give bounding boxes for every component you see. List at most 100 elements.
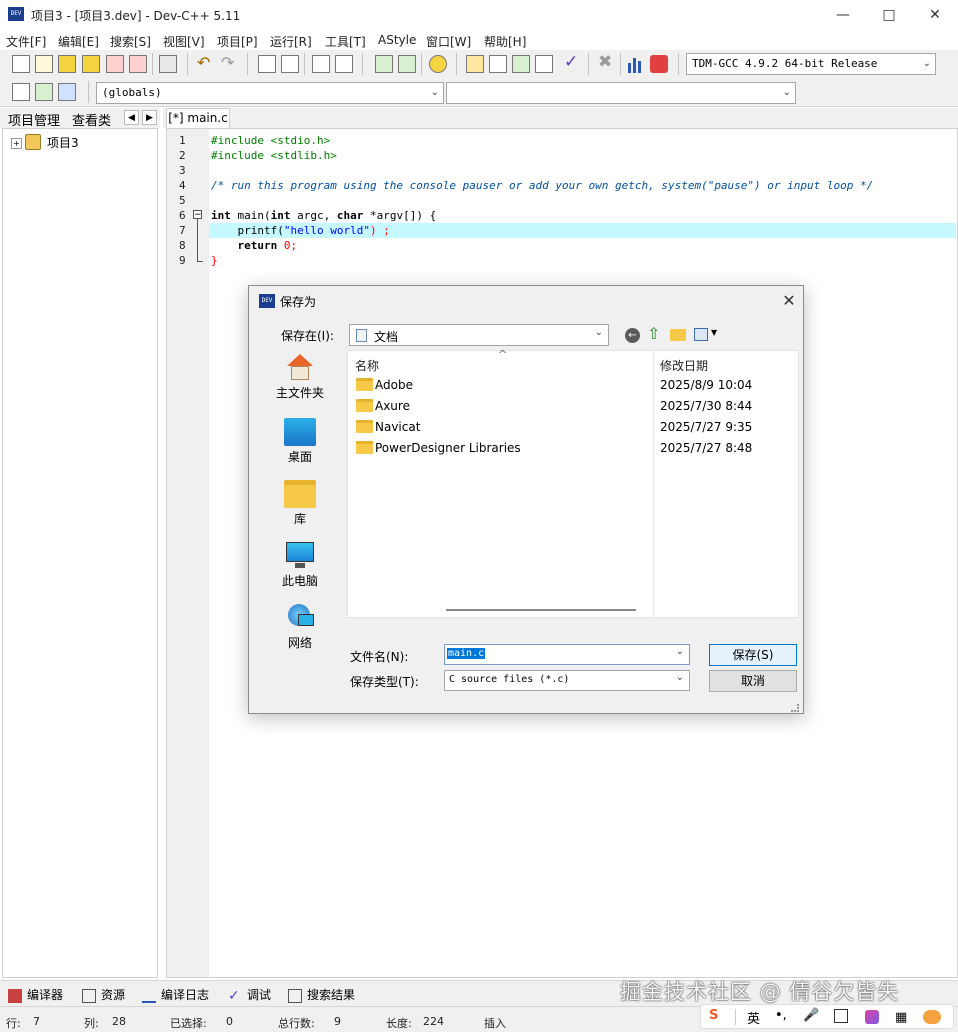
microphone-icon[interactable]: 🎤 [803, 1008, 819, 1023]
file-row[interactable]: Axure 2025/7/30 8:44 [348, 396, 798, 416]
tab-debug[interactable]: ✓ 调试 [228, 986, 271, 1003]
print-icon[interactable] [159, 55, 177, 73]
ime-logo-icon[interactable]: S [709, 1008, 718, 1023]
skin-icon[interactable] [865, 1010, 879, 1024]
tab-scroll-right-icon[interactable]: ▶ [142, 110, 157, 125]
compiler-select[interactable]: TDM-GCC 4.9.2 64-bit Release ⌄ [686, 53, 936, 75]
place-label: 桌面 [287, 450, 312, 464]
app-icon: DEV [8, 7, 24, 21]
compile-icon[interactable] [466, 55, 484, 73]
profile-chart-icon[interactable] [627, 55, 645, 73]
chevron-down-icon[interactable]: ▼ [711, 328, 717, 337]
file-row[interactable]: PowerDesigner Libraries 2025/7/27 8:48 [348, 438, 798, 458]
tree-root-project[interactable]: 项目3 [47, 134, 79, 151]
member-select[interactable]: ⌄ [446, 82, 796, 104]
up-folder-icon[interactable]: ⇧ [647, 326, 663, 342]
tab-compile-log[interactable]: 编译日志 [142, 986, 209, 1003]
fold-toggle-icon[interactable]: − [193, 210, 202, 220]
file-row[interactable]: Adobe 2025/8/9 10:04 [348, 375, 798, 395]
place-library[interactable]: 库 [255, 480, 345, 527]
ime-language-toggle[interactable]: 英 [747, 1008, 760, 1027]
menu-edit[interactable]: 编辑[E] [58, 33, 99, 50]
filename-label: 文件名(N): [350, 650, 409, 664]
tab-resources[interactable]: 资源 [82, 986, 125, 1003]
home-icon [284, 354, 316, 382]
grid-menu-icon[interactable]: ▦ [895, 1010, 907, 1025]
menu-tools[interactable]: 工具[T] [325, 33, 366, 50]
tab-compiler[interactable]: 编译器 [8, 986, 63, 1003]
toggle-comment-icon[interactable] [35, 83, 53, 101]
save-as-dialog: DEV 保存为 ✕ 保存在(I): 文档 ⌄ ← ⇧ ▼ 主文件夹 桌面 库 此… [248, 285, 804, 714]
keyboard-icon[interactable] [834, 1009, 848, 1023]
menu-astyle[interactable]: AStyle [378, 33, 416, 47]
goto-declaration-icon[interactable] [58, 83, 76, 101]
stop-execution-icon[interactable]: ✖ [598, 52, 612, 72]
menu-run[interactable]: 运行[R] [270, 33, 312, 50]
menu-help[interactable]: 帮助[H] [484, 33, 526, 50]
menu-search[interactable]: 搜索[S] [110, 33, 151, 50]
toggle-bookmark-icon[interactable] [335, 55, 353, 73]
file-date: 2025/7/27 8:48 [660, 441, 753, 455]
dialog-close-button[interactable]: ✕ [777, 291, 801, 311]
close-all-icon[interactable] [129, 55, 147, 73]
save-in-value: 文档 [374, 330, 399, 344]
cancel-button[interactable]: 取消 [709, 670, 797, 692]
file-row[interactable]: Navicat 2025/7/27 9:35 [348, 417, 798, 437]
filetype-select[interactable]: C source files (*.c) ⌄ [444, 670, 690, 691]
remove-from-project-icon[interactable] [398, 55, 416, 73]
close-file-icon[interactable] [106, 55, 124, 73]
menu-file[interactable]: 文件[F] [6, 33, 46, 50]
new-file-icon[interactable] [12, 55, 30, 73]
place-home[interactable]: 主文件夹 [255, 354, 345, 401]
column-header-name[interactable]: 名称 [355, 357, 379, 374]
compile-run-icon[interactable] [512, 55, 530, 73]
tab-class-browser[interactable]: 查看类 [72, 110, 111, 129]
new-folder-icon[interactable] [670, 329, 686, 341]
menu-view[interactable]: 视图[V] [163, 33, 205, 50]
scope-select-value: (globals) [102, 86, 162, 99]
back-icon[interactable]: ← [625, 328, 640, 343]
insert-icon[interactable] [12, 83, 30, 101]
file-list[interactable]: 名称 ^ 修改日期 Adobe 2025/8/9 10:04 Axure 202… [347, 348, 799, 618]
place-desktop[interactable]: 桌面 [255, 418, 345, 465]
ime-punctuation-toggle[interactable]: •, [775, 1008, 787, 1023]
run-icon[interactable] [489, 55, 507, 73]
undo-icon[interactable]: ↶ [197, 53, 210, 72]
filename-input[interactable]: main.c ⌄ [444, 644, 690, 665]
tab-scroll-left-icon[interactable]: ◀ [124, 110, 139, 125]
resize-grip-icon[interactable] [791, 704, 799, 712]
save-button[interactable]: 保存(S) [709, 644, 797, 666]
tab-main-c[interactable]: [*] main.c [166, 108, 230, 128]
save-icon[interactable] [58, 55, 76, 73]
tab-project-manager[interactable]: 项目管理 [8, 110, 60, 129]
close-window-button[interactable]: ✕ [912, 0, 958, 30]
expand-icon[interactable]: + [11, 138, 22, 149]
mascot-icon[interactable] [923, 1010, 941, 1024]
replace-icon[interactable] [281, 55, 299, 73]
sort-ascending-icon: ^ [498, 348, 508, 361]
add-to-project-icon[interactable] [375, 55, 393, 73]
horizontal-scrollbar[interactable] [446, 609, 636, 611]
place-network[interactable]: 网络 [255, 604, 345, 651]
menu-project[interactable]: 项目[P] [217, 33, 258, 50]
column-header-modified[interactable]: 修改日期 [660, 357, 708, 374]
maximize-button[interactable]: □ [866, 0, 912, 30]
save-in-select[interactable]: 文档 ⌄ [349, 324, 609, 346]
rebuild-all-icon[interactable] [535, 55, 553, 73]
syntax-check-icon[interactable]: ✓ [564, 52, 578, 72]
view-menu-icon[interactable] [694, 328, 708, 341]
goto-line-icon[interactable] [312, 55, 330, 73]
menu-window[interactable]: 窗口[W] [426, 33, 471, 50]
find-icon[interactable] [258, 55, 276, 73]
tab-search-results[interactable]: 搜索结果 [288, 986, 355, 1003]
code-text: ) ; [369, 224, 390, 237]
minimize-button[interactable]: — [820, 0, 866, 30]
save-all-icon[interactable] [82, 55, 100, 73]
delete-profile-icon[interactable] [650, 55, 668, 73]
scope-select[interactable]: (globals) ⌄ [96, 82, 444, 104]
redo-icon[interactable]: ↷ [221, 53, 234, 72]
place-this-pc[interactable]: 此电脑 [255, 542, 345, 589]
line-number: 4 [179, 179, 186, 192]
project-options-icon[interactable] [429, 55, 447, 73]
open-file-icon[interactable] [35, 55, 53, 73]
